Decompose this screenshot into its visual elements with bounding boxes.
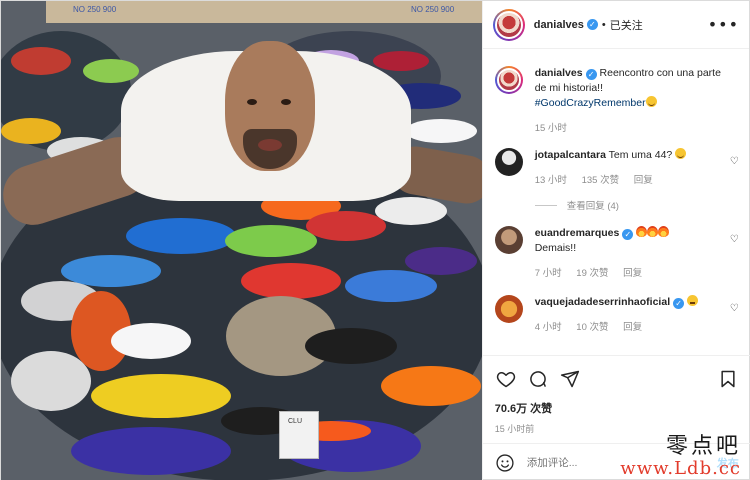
comment-likes[interactable]: 19 次赞 <box>576 268 608 279</box>
thinking-face-icon <box>687 295 699 306</box>
bookmark-icon[interactable] <box>717 368 739 390</box>
separator-dot: • <box>601 18 606 31</box>
caption-hashtag[interactable]: #GoodCrazyRemember <box>535 97 646 109</box>
view-replies-label[interactable]: 查看回复 (4) <box>567 198 619 212</box>
shoe-tag: CLU <box>279 411 319 459</box>
reply-button[interactable]: 回复 <box>634 175 653 186</box>
comment-username[interactable]: jotapalcantara <box>535 149 606 161</box>
comment-meta: 13 小时 135 次赞 回复 <box>535 173 723 188</box>
divider <box>534 204 557 206</box>
commenter-avatar[interactable] <box>494 148 523 176</box>
comment-icon[interactable] <box>527 368 549 390</box>
comment-like-icon[interactable]: ♡ <box>730 234 739 245</box>
emoji-icon[interactable] <box>495 453 515 473</box>
post-sidebar: danialves ✓ • 已关注 ••• danialves ✓ Reencon… <box>481 1 750 480</box>
caption-time[interactable]: 15 小时 <box>535 123 567 134</box>
verified-badge-icon: ✓ <box>586 19 598 30</box>
comment-text: Demais!! <box>534 242 577 254</box>
grinning-face-icon <box>675 148 687 159</box>
comment-item: jotapalcantara Tem uma 44? 13 小时 135 次赞 … <box>494 148 739 188</box>
comment-item: euandremarques ✓ Demais!! 7 小时 19 次赞 回复 ♡ <box>494 226 739 281</box>
caption-username[interactable]: danialves <box>535 67 583 79</box>
box-label: NO 250 900 <box>411 5 455 14</box>
post-header: danialves ✓ • 已关注 ••• <box>482 1 749 49</box>
fire-icon <box>636 226 648 237</box>
heart-icon[interactable] <box>495 368 517 390</box>
comment-meta: 4 小时 10 次赞 回复 <box>535 320 723 335</box>
following-button[interactable]: 已关注 <box>610 17 643 33</box>
caption: danialves ✓ Reencontro con una parte de m… <box>494 66 739 136</box>
comment-username[interactable]: vaquejadadeserrinhaoficial <box>535 296 670 308</box>
comment-username[interactable]: euandremarques <box>535 227 620 239</box>
comments-list[interactable]: danialves ✓ Reencontro con una parte de m… <box>483 50 750 355</box>
comment-likes[interactable]: 135 次赞 <box>582 175 620 186</box>
fire-icon <box>658 226 670 237</box>
post-photo[interactable]: NO 250 900 NO 250 900 CLU <box>1 1 482 480</box>
comment-meta: 7 小时 19 次赞 回复 <box>535 266 723 281</box>
watermark-chinese: 零点吧 <box>665 434 741 459</box>
commenter-avatar[interactable] <box>494 295 523 323</box>
commenter-avatar[interactable] <box>494 226 523 254</box>
comment-item: vaquejadadeserrinhaoficial ✓ 4 小时 10 次赞 回… <box>494 295 739 335</box>
likes-count[interactable]: 70.6万 次赞 <box>495 400 739 416</box>
comment-text: Tem uma 44? <box>608 149 673 161</box>
verified-badge-icon: ✓ <box>622 229 634 240</box>
more-options-icon[interactable]: ••• <box>708 15 739 34</box>
fire-icon <box>647 226 659 237</box>
shoe-tag-label: CLU <box>288 418 303 425</box>
grinning-face-icon <box>645 96 657 107</box>
comment-like-icon[interactable]: ♡ <box>730 303 739 314</box>
author-username[interactable]: danialves <box>534 19 584 31</box>
comment-likes[interactable]: 10 次赞 <box>576 322 608 333</box>
comment-like-icon[interactable]: ♡ <box>730 156 739 167</box>
comment-time[interactable]: 4 小时 <box>535 322 562 333</box>
caption-meta: 15 小时 <box>535 121 723 136</box>
box-label: NO 250 900 <box>73 5 117 14</box>
site-watermark: 零点吧 www.Ldb.cc <box>620 428 741 479</box>
reply-button[interactable]: 回复 <box>623 322 642 333</box>
verified-badge-icon: ✓ <box>673 298 685 309</box>
instagram-post: NO 250 900 NO 250 900 CLU danialves ✓ • … <box>0 0 750 480</box>
share-icon[interactable] <box>559 368 581 390</box>
caption-avatar[interactable] <box>494 66 523 94</box>
author-avatar[interactable] <box>492 8 525 41</box>
reply-button[interactable]: 回复 <box>623 268 642 279</box>
action-icons <box>495 364 739 394</box>
comment-time[interactable]: 13 小时 <box>535 175 567 186</box>
watermark-url: www.Ldb.cc <box>620 458 741 479</box>
verified-badge-icon: ✓ <box>585 69 597 80</box>
comment-time[interactable]: 7 小时 <box>535 268 562 279</box>
person-head <box>225 41 315 171</box>
view-replies[interactable]: 查看回复 (4) <box>534 198 739 212</box>
